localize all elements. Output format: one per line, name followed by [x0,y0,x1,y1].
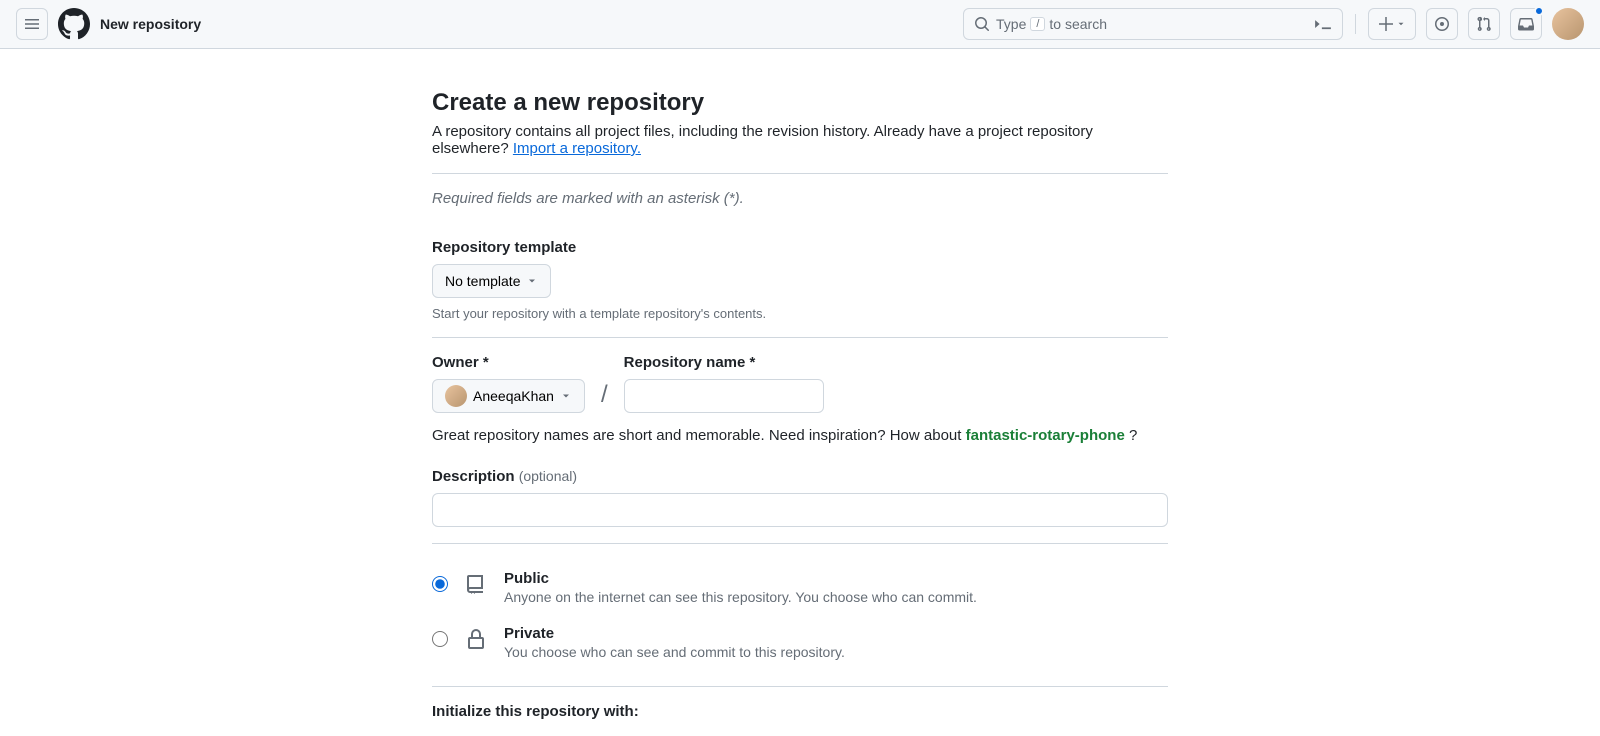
page-heading: Create a new repository [432,89,1168,117]
page-subtitle: A repository contains all project files,… [432,123,1168,157]
user-avatar[interactable] [1552,8,1584,40]
divider [432,337,1168,338]
visibility-public-text: Public Anyone on the internet can see th… [504,570,977,605]
page-context-title: New repository [100,16,201,32]
suggested-name[interactable]: fantastic-rotary-phone [966,427,1125,444]
owner-avatar-icon [445,385,467,407]
visibility-private-row: Private You choose who can see and commi… [432,615,1168,670]
global-search-input[interactable]: Type / to search [963,8,1343,40]
search-placeholder: Type / to search [996,16,1107,32]
github-logo[interactable] [58,8,90,40]
create-new-button[interactable] [1368,8,1416,40]
plus-icon [1378,16,1394,32]
name-suggestion-text: Great repository names are short and mem… [432,427,1168,444]
divider [432,543,1168,544]
repo-name-column: Repository name * [624,354,824,413]
inbox-icon [1518,16,1534,32]
template-help-text: Start your repository with a template re… [432,306,1168,321]
github-mark-icon [58,8,90,40]
initialize-heading: Initialize this repository with: [432,703,1168,720]
visibility-public-radio[interactable] [432,576,448,592]
repo-name-label: Repository name * [624,354,824,371]
hamburger-menu-button[interactable] [16,8,48,40]
visibility-private-radio[interactable] [432,631,448,647]
visibility-private-text: Private You choose who can see and commi… [504,625,845,660]
visibility-public-row: Public Anyone on the internet can see th… [432,560,1168,615]
hamburger-icon [24,16,40,32]
template-select[interactable]: No template [432,264,551,298]
global-header: New repository Type / to search [0,0,1600,49]
description-section: Description (optional) [432,468,1168,527]
issue-opened-icon [1434,16,1450,32]
notification-indicator [1534,6,1544,16]
description-input[interactable] [432,493,1168,527]
repo-icon [462,572,490,596]
header-left: New repository [16,8,201,40]
divider [432,173,1168,174]
pull-requests-button[interactable] [1468,8,1500,40]
import-repository-link[interactable]: Import a repository. [513,140,641,157]
triangle-down-icon [526,275,538,287]
issues-button[interactable] [1426,8,1458,40]
git-pull-request-icon [1476,16,1492,32]
owner-name-separator: / [601,381,608,413]
command-palette-icon [1314,15,1332,33]
lock-icon [462,627,490,651]
owner-label: Owner * [432,354,585,371]
notifications-wrapper [1510,8,1542,40]
owner-name-row: Owner * AneeqaKhan / Repository name * [432,354,1168,413]
triangle-down-icon [1396,19,1406,29]
divider [432,686,1168,687]
template-label: Repository template [432,239,1168,256]
command-palette-button[interactable] [1314,15,1332,33]
slash-key-hint: / [1030,17,1045,31]
search-icon [974,16,990,32]
template-section: Repository template No template Start yo… [432,239,1168,321]
header-divider [1355,14,1356,34]
owner-column: Owner * AneeqaKhan [432,354,585,413]
description-label: Description (optional) [432,468,1168,485]
owner-select[interactable]: AneeqaKhan [432,379,585,413]
required-fields-note: Required fields are marked with an aster… [432,190,1168,207]
repo-name-input[interactable] [624,379,824,413]
header-right: Type / to search [963,8,1584,40]
triangle-down-icon [560,390,572,402]
main-content: Create a new repository A repository con… [416,89,1184,720]
